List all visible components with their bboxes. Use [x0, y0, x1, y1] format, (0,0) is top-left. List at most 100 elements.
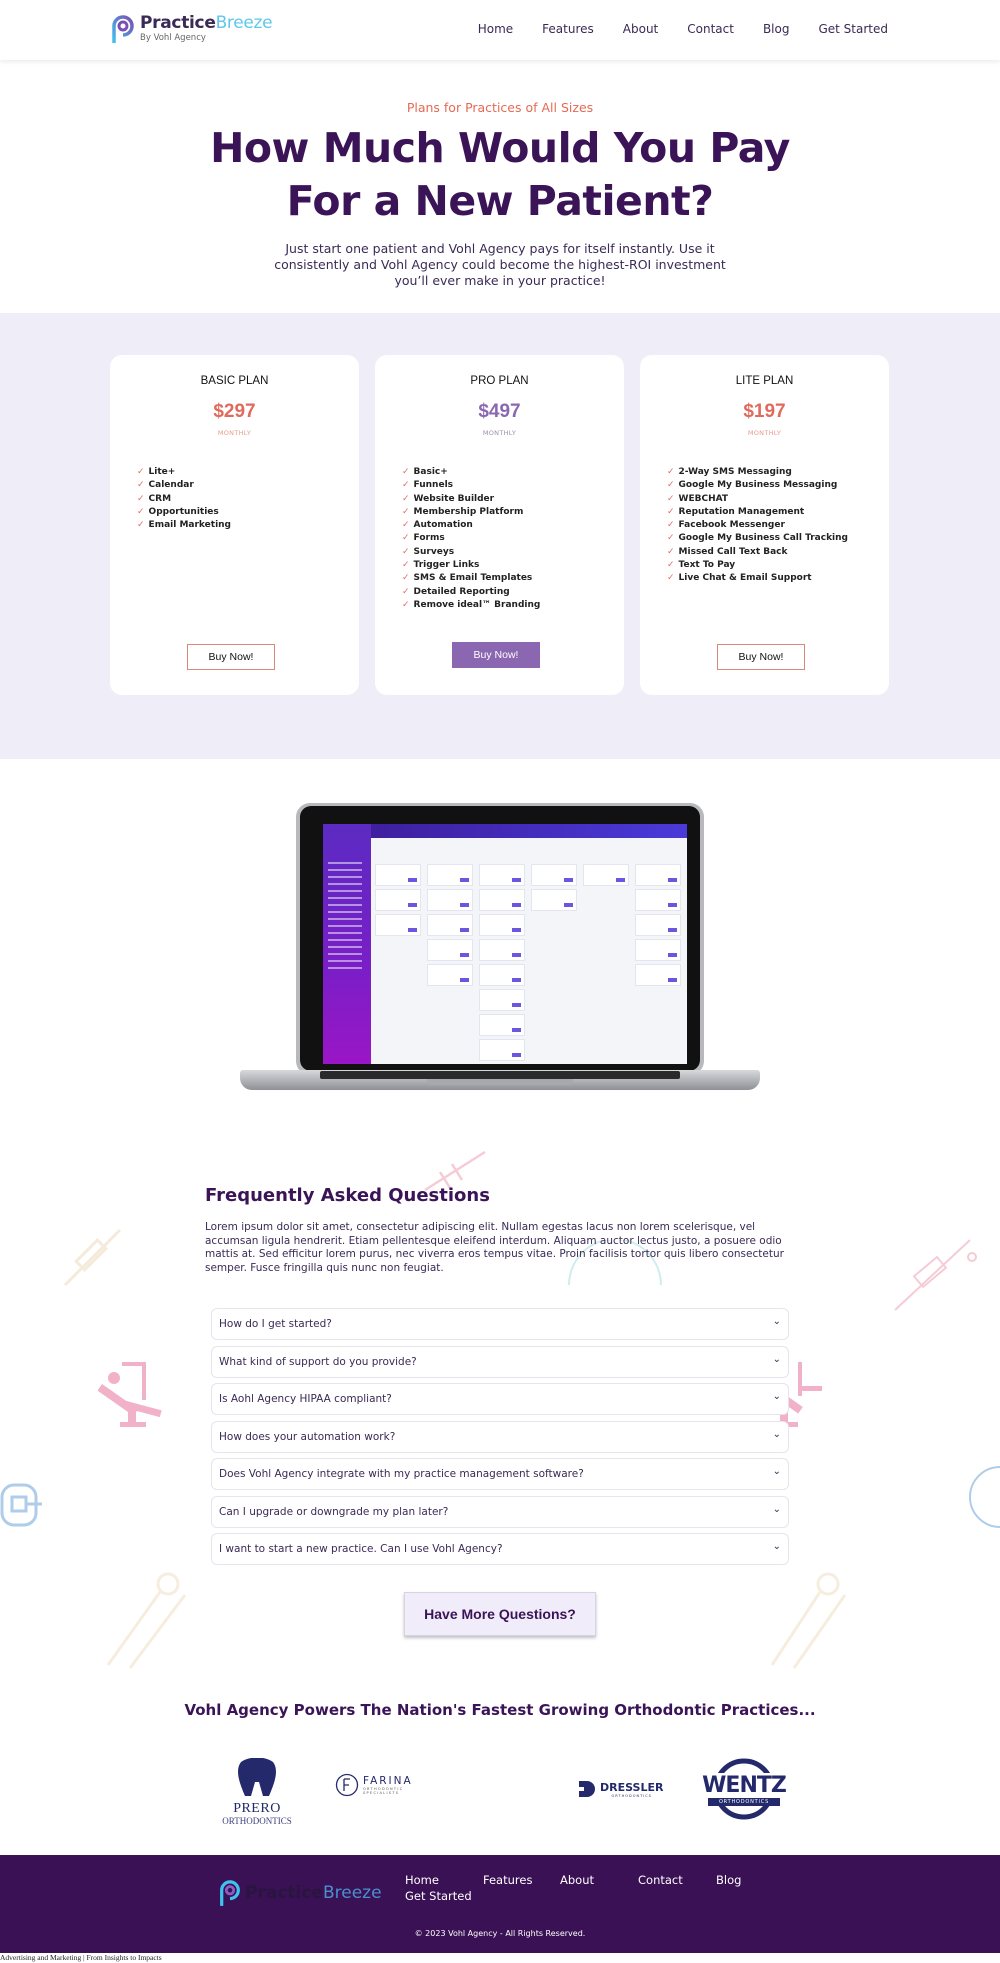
have-more-questions-button[interactable]: Have More Questions?: [404, 1592, 596, 1636]
brand-logo[interactable]: PracticeBreeze By Vohl Agency: [110, 14, 273, 44]
check-icon: ✓: [667, 546, 675, 557]
sidebar-menu-item: [328, 939, 362, 941]
feature-item: ✓ Lite+: [137, 466, 231, 479]
faq-item[interactable]: What kind of support do you provide? ⌄: [211, 1345, 789, 1378]
faq-question: How do I get started?: [219, 1318, 332, 1330]
plan-period: MONTHLY: [482, 429, 517, 437]
feature-item: ✓ 2-Way SMS Messaging: [667, 466, 848, 479]
dashboard-sidebar: [323, 824, 371, 1064]
chevron-down-icon[interactable]: ⌄: [773, 1429, 781, 1440]
faq-item[interactable]: Can I upgrade or downgrade my plan later…: [211, 1495, 789, 1528]
faq-item[interactable]: I want to start a new practice. Can I us…: [211, 1533, 789, 1565]
feature-label: Lite+: [148, 467, 176, 477]
faq-question: What kind of support do you provide?: [219, 1355, 417, 1368]
pipeline-column: [583, 864, 629, 889]
check-icon: ✓: [667, 493, 675, 504]
faq-question: Is Aohl Agency HIPAA compliant?: [219, 1393, 392, 1405]
sidebar-menu-item: [328, 925, 362, 927]
faq-item[interactable]: Does Vohl Agency integrate with my pract…: [211, 1458, 789, 1490]
sidebar-menu-item: [328, 883, 362, 885]
headline-line-1: How Much Would You Pay: [210, 124, 790, 172]
pipeline-card: [479, 864, 525, 886]
pipeline-column: [531, 864, 577, 914]
pipeline-card: [635, 864, 681, 886]
nav-blog[interactable]: Blog: [763, 22, 790, 36]
faq-item[interactable]: How does your automation work? ⌄: [211, 1420, 789, 1453]
check-icon: ✓: [402, 467, 410, 477]
plan-name: BASIC PLAN: [200, 375, 269, 387]
sidebar-menu-item: [328, 904, 362, 906]
pipeline-card: [479, 989, 525, 1011]
nav-about[interactable]: About: [623, 22, 658, 36]
chevron-down-icon[interactable]: ⌄: [773, 1354, 781, 1365]
feature-item: ✓ Missed Call Text Back: [667, 546, 848, 559]
pipeline-card: [635, 964, 681, 986]
plan-name: PRO PLAN: [470, 375, 529, 387]
clients-title: Vohl Agency Powers The Nation's Fastest …: [184, 1701, 816, 1719]
faq-question: Does Vohl Agency integrate with my pract…: [219, 1468, 584, 1480]
pipeline-card: [375, 914, 421, 936]
feature-list: ✓ Lite+ ✓ Calendar ✓ CRM ✓ Opportunities ✓ Email …: [137, 466, 231, 532]
feature-item: ✓ Calendar: [137, 479, 231, 492]
pipeline-card: [531, 889, 577, 911]
client-name: FARINA: [363, 1775, 413, 1787]
client-sub: ORTHODONTICS: [222, 1816, 292, 1826]
check-icon: ✓: [402, 546, 410, 557]
check-icon: ✓: [667, 480, 675, 491]
feature-label: Basic+: [413, 467, 448, 477]
faq-item[interactable]: Is Aohl Agency HIPAA compliant? ⌄: [211, 1383, 789, 1415]
footer-nav-about[interactable]: About: [560, 1873, 594, 1887]
pricing-card-basic: BASIC PLAN $297 MONTHLY ✓ Lite+ ✓ Calendar ✓…: [110, 355, 359, 695]
buy-now-button-lite[interactable]: Buy Now!: [717, 644, 805, 670]
buy-now-button-pro[interactable]: Buy Now!: [452, 642, 540, 668]
check-icon: ✓: [137, 520, 145, 531]
faq-item[interactable]: How do I get started? ⌄: [211, 1308, 789, 1340]
check-icon: ✓: [667, 573, 675, 584]
client-sub: ORTHODONTICS: [708, 1798, 780, 1806]
teeth-icon: [969, 1466, 1000, 1528]
footer-nav-get-started[interactable]: Get Started: [405, 1889, 472, 1903]
footer-nav-contact[interactable]: Contact: [638, 1873, 683, 1887]
farina-mark-icon: [335, 1773, 359, 1797]
feature-item: ✓ Reputation Management: [667, 506, 848, 519]
laptop-lid: [296, 803, 704, 1075]
faq-title: Frequently Asked Questions: [205, 1185, 490, 1206]
nav-contact[interactable]: Contact: [687, 22, 734, 36]
pipeline-column: [375, 864, 421, 939]
feature-label: Surveys: [413, 546, 455, 557]
chevron-down-icon[interactable]: ⌄: [773, 1541, 781, 1552]
sidebar-menu-item: [328, 869, 362, 871]
nav-home[interactable]: Home: [478, 22, 513, 36]
syringe-icon: [63, 1228, 122, 1287]
pipeline-card: [479, 889, 525, 911]
feature-item: ✓ Detailed Reporting: [402, 586, 540, 599]
chevron-down-icon[interactable]: ⌄: [773, 1466, 781, 1477]
sidebar-menu-item: [328, 918, 362, 920]
chevron-down-icon[interactable]: ⌄: [773, 1391, 781, 1402]
check-icon: ✓: [402, 586, 410, 597]
sidebar-menu-item: [328, 862, 362, 864]
client-logo-dressler: DRESSLER ORTHODONTICS: [578, 1780, 668, 1798]
feature-item: ✓ Opportunities: [137, 506, 231, 519]
sidebar-menu-item: [328, 911, 362, 913]
chevron-down-icon[interactable]: ⌄: [773, 1504, 781, 1515]
footer-logo[interactable]: Practice Breeze: [218, 1879, 382, 1907]
feature-item: ✓ Website Builder: [402, 493, 540, 506]
check-icon: ✓: [137, 467, 145, 477]
footer-nav-blog[interactable]: Blog: [716, 1873, 741, 1887]
site-tagline: Advertising and Marketing | From Insight…: [0, 1953, 162, 1962]
feature-label: Reputation Management: [678, 506, 805, 517]
chevron-down-icon[interactable]: ⌄: [773, 1316, 781, 1327]
nav-features[interactable]: Features: [542, 22, 594, 36]
plan-price: $497: [478, 401, 521, 422]
footer-nav-home[interactable]: Home: [405, 1873, 439, 1887]
feature-item: ✓ Live Chat & Email Support: [667, 572, 848, 585]
nav-get-started[interactable]: Get Started: [818, 22, 888, 36]
sidebar-menu-item: [328, 890, 362, 892]
syringe-icon: [894, 1239, 977, 1311]
buy-now-button-basic[interactable]: Buy Now!: [187, 644, 275, 670]
client-sub: ORTHODONTICS: [611, 1793, 652, 1798]
footer-logo-bold: Practice: [245, 1883, 323, 1903]
laptop-dashboard-image: [240, 803, 760, 1123]
footer-nav-features[interactable]: Features: [483, 1873, 532, 1887]
